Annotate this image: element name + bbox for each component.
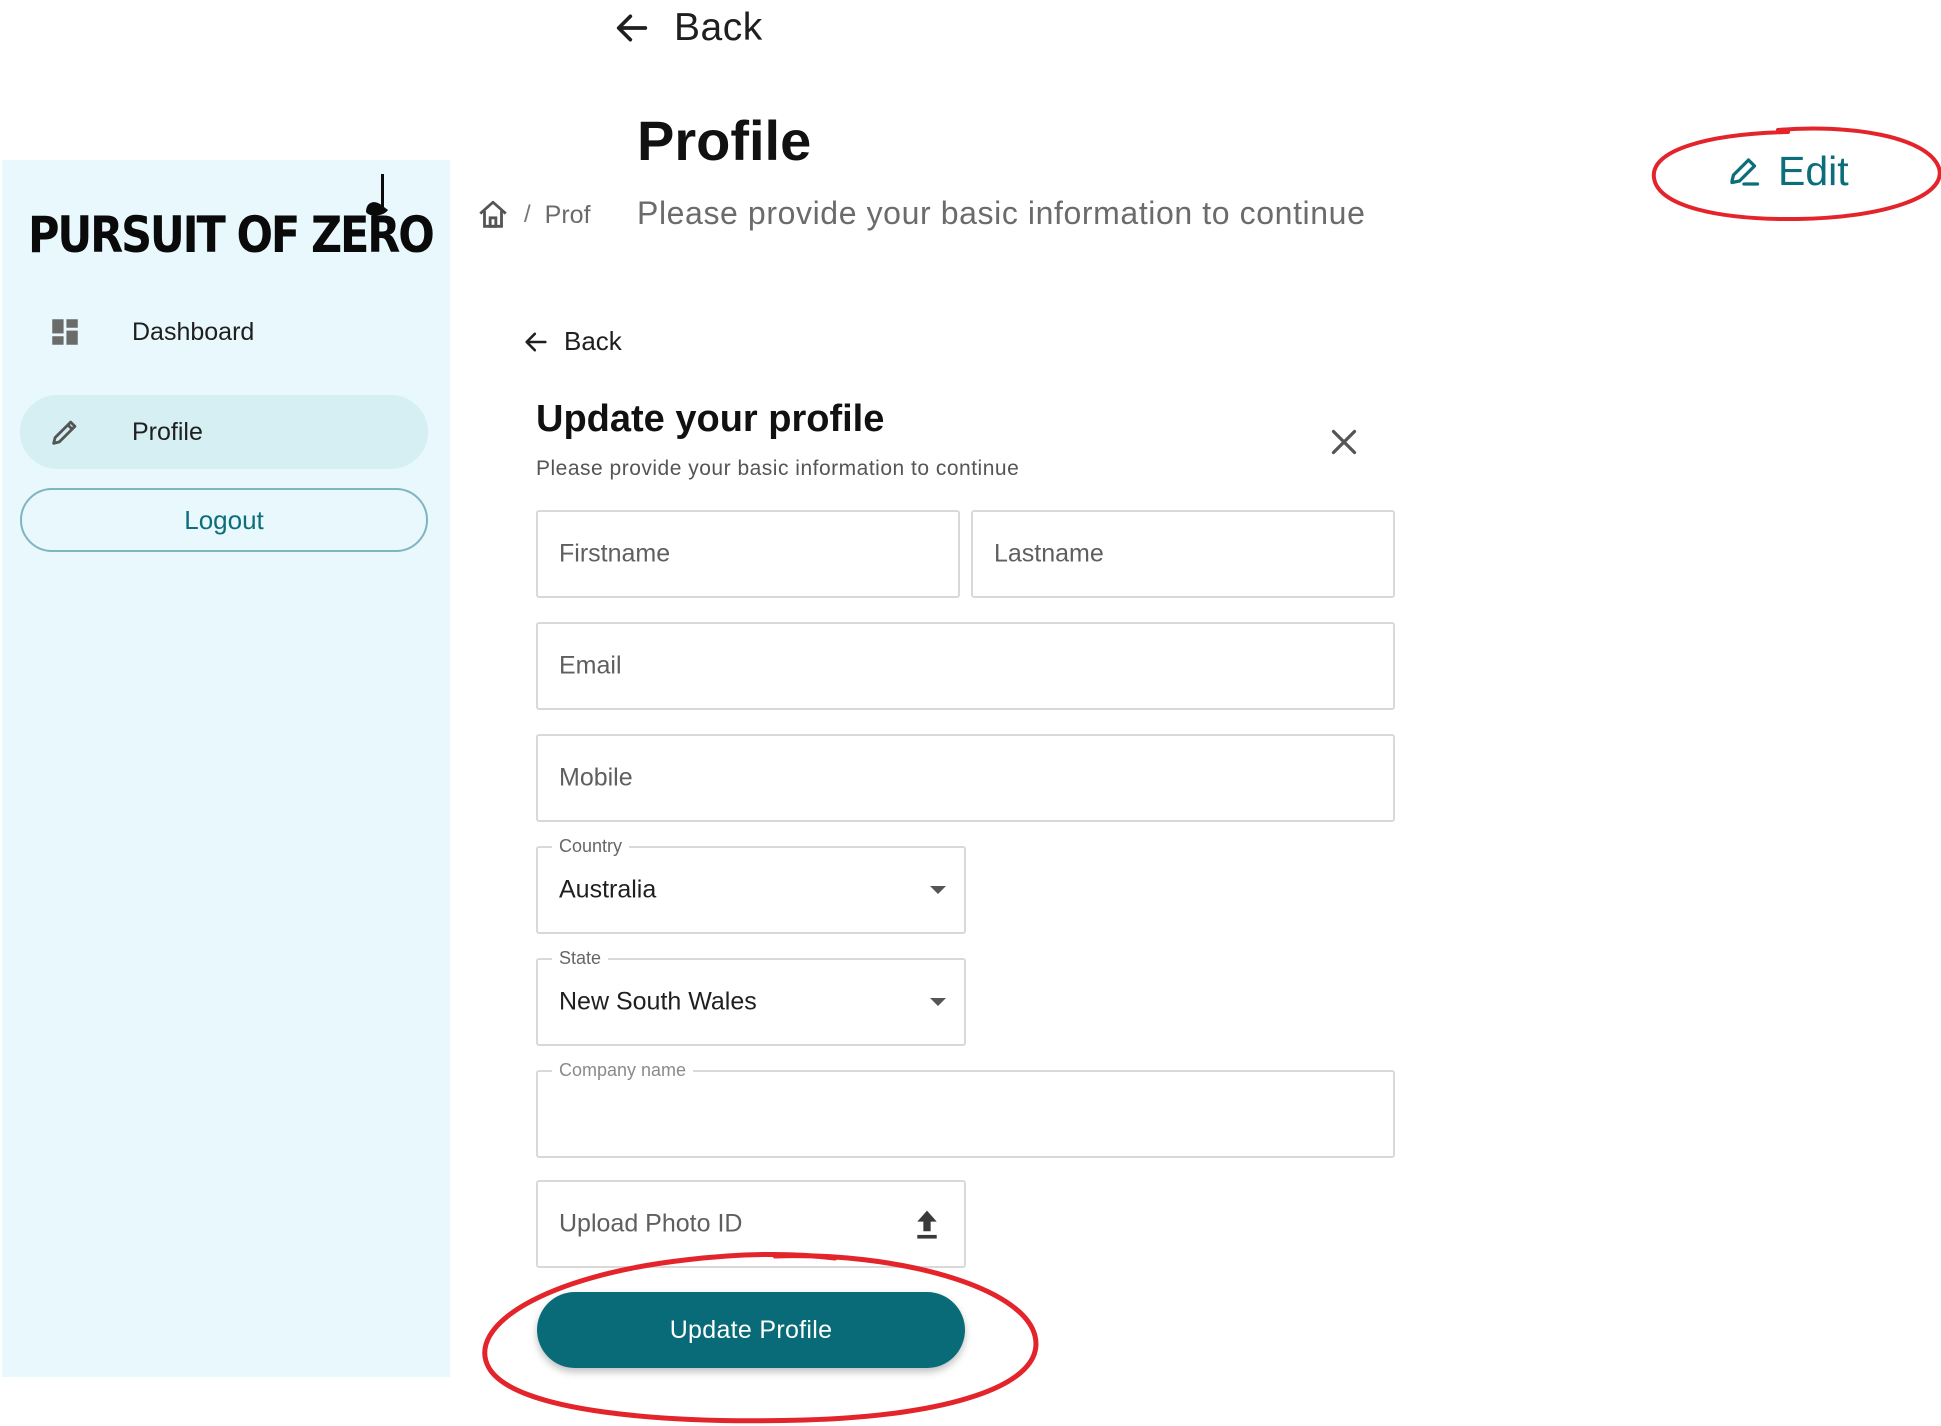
state-label: State — [552, 948, 609, 968]
form-back-label: Back — [564, 326, 622, 356]
email-placeholder: Email — [559, 651, 622, 680]
lastname-field[interactable]: Lastname — [971, 510, 1395, 598]
edit-area: Edit — [1648, 126, 1941, 223]
mobile-placeholder: Mobile — [559, 763, 633, 792]
email-field[interactable]: Email — [536, 622, 1395, 710]
page-title: Profile — [637, 109, 812, 172]
update-profile-label: Update Profile — [669, 1315, 833, 1344]
firstname-field[interactable]: Firstname — [536, 510, 960, 598]
country-select[interactable]: Country Australia — [536, 836, 966, 934]
edit-pencil-icon — [1730, 157, 1760, 186]
breadcrumb-current[interactable]: Prof — [545, 201, 591, 230]
state-select[interactable]: State New South Wales — [536, 948, 966, 1046]
update-profile-button[interactable]: Update Profile — [537, 1292, 965, 1368]
edit-label: Edit — [1778, 148, 1849, 194]
close-icon[interactable] — [1326, 424, 1362, 460]
breadcrumb-separator: / — [524, 201, 531, 228]
dropdown-caret-icon — [930, 886, 946, 894]
arrow-left-icon — [616, 14, 648, 42]
dashboard-icon — [52, 319, 78, 345]
upload-placeholder: Upload Photo ID — [559, 1209, 743, 1238]
pencil-icon — [52, 420, 77, 445]
country-label: Country — [552, 836, 630, 856]
top-back-button[interactable]: Back — [612, 6, 763, 50]
dropdown-caret-icon — [930, 998, 946, 1006]
breadcrumb: / Prof — [476, 198, 591, 232]
logo-mark-icon — [366, 174, 388, 216]
form-subtitle: Please provide your basic information to… — [536, 457, 1020, 480]
sidebar-item-label: Profile — [132, 417, 203, 446]
home-icon[interactable] — [476, 198, 510, 232]
form-title: Update your profile — [536, 398, 885, 440]
edit-button[interactable]: Edit — [1726, 148, 1849, 195]
sidebar-item-profile[interactable]: Profile — [20, 395, 428, 469]
page-subtitle: Please provide your basic information to… — [637, 195, 1366, 231]
mobile-field[interactable]: Mobile — [536, 734, 1395, 822]
company-name-label: Company name — [552, 1060, 694, 1080]
form-back-button[interactable]: Back — [522, 326, 622, 357]
logo: PURSUIT OF ZERO — [28, 206, 498, 264]
logout-button[interactable]: Logout — [20, 488, 428, 552]
state-value: New South Wales — [559, 987, 757, 1016]
upload-photo-id-field[interactable]: Upload Photo ID — [536, 1180, 966, 1268]
country-value: Australia — [559, 875, 657, 904]
arrow-left-icon — [525, 332, 547, 351]
logout-label: Logout — [184, 504, 264, 535]
upload-icon[interactable] — [912, 1207, 942, 1241]
top-back-label: Back — [674, 6, 763, 49]
sidebar-item-dashboard[interactable]: Dashboard — [20, 295, 428, 369]
sidebar: PURSUIT OF ZERO Dashboard Profile Logout — [2, 160, 450, 1377]
lastname-placeholder: Lastname — [994, 539, 1104, 568]
firstname-placeholder: Firstname — [559, 539, 671, 568]
sidebar-item-label: Dashboard — [132, 317, 255, 346]
company-name-field[interactable]: Company name — [536, 1060, 1395, 1158]
